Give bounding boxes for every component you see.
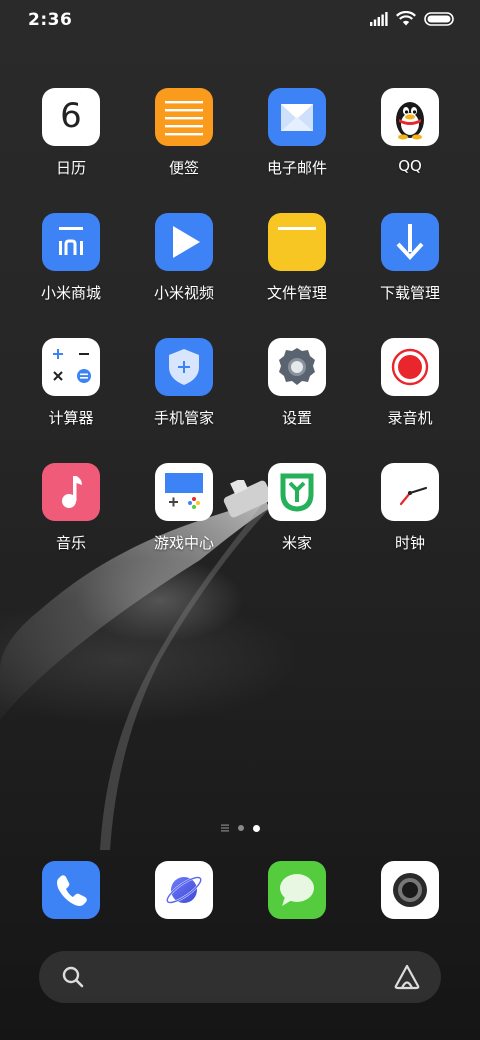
app-notes[interactable]: 便签: [129, 88, 239, 178]
app-qq[interactable]: QQ: [355, 88, 465, 175]
app-label: 时钟: [394, 534, 425, 552]
app-label: 米家: [281, 534, 312, 552]
phone-icon: [42, 861, 100, 919]
app-label: 设置: [281, 409, 312, 427]
dock-messages[interactable]: [242, 861, 352, 919]
app-label: 手机管家: [153, 409, 214, 427]
app-email[interactable]: 电子邮件: [242, 88, 352, 178]
signal-icon: [370, 11, 388, 26]
status-bar: 2:36: [0, 0, 480, 42]
music-note-icon: [42, 463, 100, 521]
app-label: 下载管理: [379, 284, 440, 302]
app-label: 音乐: [55, 534, 86, 552]
notes-icon: [155, 88, 213, 146]
app-label: 文件管理: [266, 284, 327, 302]
app-label: 电子邮件: [266, 159, 327, 177]
page-indicator[interactable]: [0, 824, 480, 832]
qq-penguin-icon: [381, 88, 439, 146]
messages-bubble-icon: [268, 861, 326, 919]
camera-lens-icon: [381, 861, 439, 919]
settings-gear-icon: [268, 338, 326, 396]
email-icon: [268, 88, 326, 146]
file-manager-icon: [268, 213, 326, 271]
app-mi-store[interactable]: 小米商城: [16, 213, 126, 303]
app-downloads[interactable]: 下载管理: [355, 213, 465, 303]
app-calendar[interactable]: 6 日历: [16, 88, 126, 178]
app-label: 计算器: [48, 409, 94, 427]
wifi-icon: [396, 11, 416, 26]
calendar-date: 6: [60, 96, 82, 136]
status-icons: [370, 11, 454, 26]
calculator-icon: [42, 338, 100, 396]
app-music[interactable]: 音乐: [16, 463, 126, 553]
clock-icon: [381, 463, 439, 521]
browser-planet-icon: [155, 861, 213, 919]
battery-icon: [424, 11, 454, 26]
security-shield-icon: [155, 338, 213, 396]
app-clock[interactable]: 时钟: [355, 463, 465, 553]
dock-browser[interactable]: [129, 861, 239, 919]
app-label: 小米视频: [153, 284, 214, 302]
dock-phone[interactable]: [16, 861, 126, 919]
app-label: 日历: [55, 159, 86, 177]
app-file-manager[interactable]: 文件管理: [242, 213, 352, 303]
calendar-icon: 6: [42, 88, 100, 146]
search-icon: [62, 966, 84, 988]
app-recorder[interactable]: 录音机: [355, 338, 465, 428]
page-dot-active: [252, 824, 260, 832]
app-label: QQ: [398, 157, 422, 175]
mijia-icon: [268, 463, 326, 521]
assistant-icon[interactable]: [393, 964, 421, 990]
app-settings[interactable]: 设置: [242, 338, 352, 428]
app-label: 小米商城: [40, 284, 101, 302]
app-security[interactable]: 手机管家: [129, 338, 239, 428]
download-arrow-icon: [381, 213, 439, 271]
mi-store-icon: [42, 213, 100, 271]
home-screen: 2:36 6 日历 便签 电子邮件 QQ 小米商城 小米视频 文件管理 下载管理…: [0, 0, 480, 1040]
app-game-center[interactable]: 游戏中心: [129, 463, 239, 553]
page-dot: [237, 825, 244, 831]
dock-camera[interactable]: [355, 861, 465, 919]
video-play-icon: [155, 213, 213, 271]
status-time: 2:36: [28, 10, 73, 30]
app-label: 便签: [168, 159, 199, 177]
search-bar[interactable]: [39, 951, 441, 1003]
app-mijia[interactable]: 米家: [242, 463, 352, 553]
recorder-icon: [381, 338, 439, 396]
app-label: 录音机: [387, 409, 433, 427]
app-mi-video[interactable]: 小米视频: [129, 213, 239, 303]
app-label: 游戏中心: [153, 534, 214, 552]
page-indicator-menu-icon: [220, 824, 229, 832]
app-calculator[interactable]: 计算器: [16, 338, 126, 428]
game-center-icon: [155, 463, 213, 521]
